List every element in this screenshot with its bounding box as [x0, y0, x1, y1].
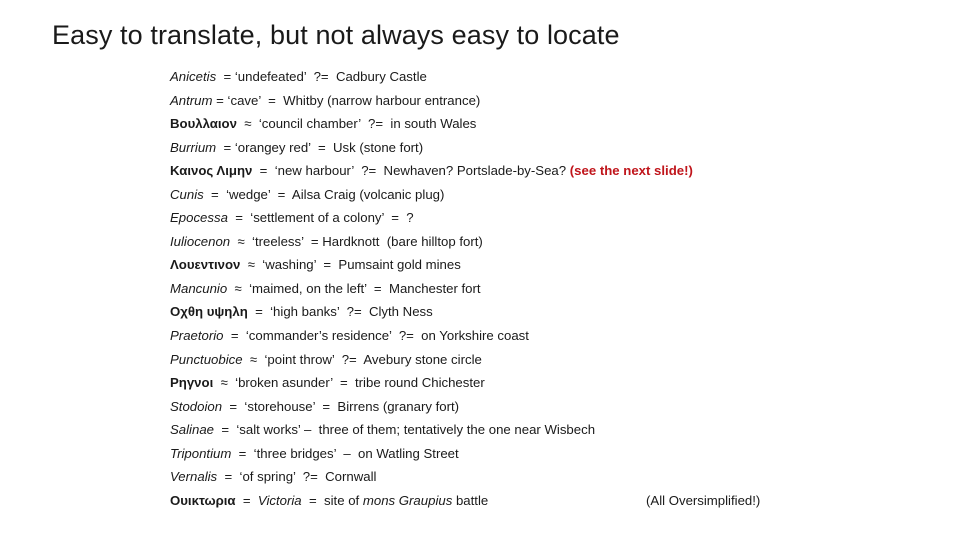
list-item: Βουλλαιον ≈ ‘council chamber’ ?= in sout…	[170, 112, 930, 136]
entry-meaning-location: = ‘settlement of a colony’ = ?	[227, 210, 414, 226]
entry-meaning-location: ≈ ‘council chamber’ ?= in south Wales	[236, 116, 477, 132]
entry-term: Stodoion	[170, 398, 223, 414]
list-item: Καινος Λιμην = ‘new harbour’ ?= Newhaven…	[170, 159, 930, 183]
list-item: Ρηγνοι ≈ ‘broken asunder’ = tribe round …	[170, 371, 930, 395]
list-item: Cunis = ‘wedge’ = Ailsa Craig (volcanic …	[170, 183, 930, 207]
list-item: Iuliocenon ≈ ‘treeless’ = Hardknott (bar…	[170, 230, 930, 254]
entry-meaning-location: ≈ ‘treeless’ = Hardknott (bare hilltop f…	[230, 233, 483, 249]
list-item: Vernalis = ‘of spring’ ?= Cornwall	[170, 465, 930, 489]
entry-meaning-location: = ‘high banks’ ?= Clyth Ness	[247, 304, 433, 320]
entry-equals-site: = site of	[301, 492, 363, 508]
list-item: Punctuobice ≈ ‘point throw’ ?= Avebury s…	[170, 348, 930, 372]
entry-tail: battle	[452, 492, 489, 508]
slide: Easy to translate, but not always easy t…	[0, 0, 960, 540]
entry-term: Οχθη υψηλη	[170, 304, 248, 320]
entry-term: Vernalis	[170, 469, 218, 485]
entry-term: Salinae	[170, 422, 214, 438]
oversimplified-note: (All Oversimplified!)	[646, 492, 761, 508]
entry-term: Tripontium	[170, 445, 232, 461]
list-item: Λουεντινον ≈ ‘washing’ = Pumsaint gold m…	[170, 253, 930, 277]
entry-mons-graupius: mons Graupius	[362, 492, 453, 508]
entry-term: Cunis	[170, 186, 204, 202]
entry-meaning-location: ≈ ‘broken asunder’ = tribe round Chiches…	[213, 375, 485, 391]
entry-meaning-location: = ‘salt works’ – three of them; tentativ…	[214, 422, 596, 438]
entry-meaning-location: ≈ ‘point throw’ ?= Avebury stone circle	[242, 351, 482, 367]
entry-term: Λουεντινον	[170, 257, 241, 273]
entry-meaning-location: = ‘of spring’ ?= Cornwall	[217, 469, 377, 485]
entry-meaning-location: = ‘undefeated’ ?= Cadbury Castle	[216, 69, 427, 84]
entry-meaning-location: ≈ ‘washing’ = Pumsaint gold mines	[240, 257, 461, 273]
list-item: Praetorio = ‘commander’s residence’ ?= o…	[170, 324, 930, 348]
entry-term: Mancunio	[170, 280, 228, 296]
list-item: Mancunio ≈ ‘maimed, on the left’ = Manch…	[170, 277, 930, 301]
entry-meaning-location: = ‘commander’s residence’ ?= on Yorkshir…	[223, 328, 529, 344]
list-item: Οχθη υψηλη = ‘high banks’ ?= Clyth Ness	[170, 300, 930, 324]
entry-meaning-location: ≈ ‘maimed, on the left’ = Manchester for…	[227, 280, 481, 296]
list-item: Antrum = ‘cave’ = Whitby (narrow harbour…	[170, 89, 930, 113]
entry-term: Punctuobice	[170, 351, 243, 367]
entry-meaning-location: = ‘three bridges’ – on Watling Street	[231, 445, 459, 461]
list-item: Burrium = ‘orangey red’ = Usk (stone for…	[170, 136, 930, 160]
entry-meaning-location: = ‘new harbour’ ?= Newhaven? Portslade-b…	[252, 163, 570, 179]
entry-meaning-location: = ‘orangey red’ = Usk (stone fort)	[216, 139, 424, 155]
entry-term: Iuliocenon	[170, 233, 231, 249]
entry-term: Antrum	[170, 92, 213, 108]
list-item: Anicetis = ‘undefeated’ ?= Cadbury Castl…	[170, 65, 930, 89]
list-item: Tripontium = ‘three bridges’ – on Watlin…	[170, 442, 930, 466]
entry-term: Βουλλαιον	[170, 116, 237, 132]
slide-title: Easy to translate, but not always easy t…	[52, 20, 620, 50]
entry-equals: =	[235, 492, 258, 508]
list-item: Stodoion = ‘storehouse’ = Birrens (grana…	[170, 395, 930, 419]
list-item: Salinae = ‘salt works’ – three of them; …	[170, 418, 930, 442]
entry-term: Ρηγνοι	[170, 375, 214, 391]
place-name-list: Anicetis = ‘undefeated’ ?= Cadbury Castl…	[170, 65, 930, 512]
entry-term: Burrium	[170, 139, 217, 155]
entry-term: Ουικτωρια	[170, 492, 236, 508]
entry-meaning-location: = ‘storehouse’ = Birrens (granary fort)	[222, 398, 460, 414]
entry-latin-name: Victoria	[257, 492, 302, 508]
list-item: Epocessa = ‘settlement of a colony’ = ?	[170, 206, 930, 230]
entry-meaning-location: = ‘cave’ = Whitby (narrow harbour entran…	[212, 92, 481, 108]
see-next-slide-note: (see the next slide!)	[569, 163, 693, 179]
entry-term: Praetorio	[170, 328, 224, 344]
entry-term: Epocessa	[170, 210, 228, 226]
list-item-ouiktoria: Ουικτωρια = Victoria = site of mons Grau…	[170, 489, 930, 513]
entry-term: Καινος Λιμην	[170, 163, 253, 179]
entry-term: Anicetis	[170, 69, 217, 84]
entry-meaning-location: = ‘wedge’ = Ailsa Craig (volcanic plug)	[203, 186, 445, 202]
